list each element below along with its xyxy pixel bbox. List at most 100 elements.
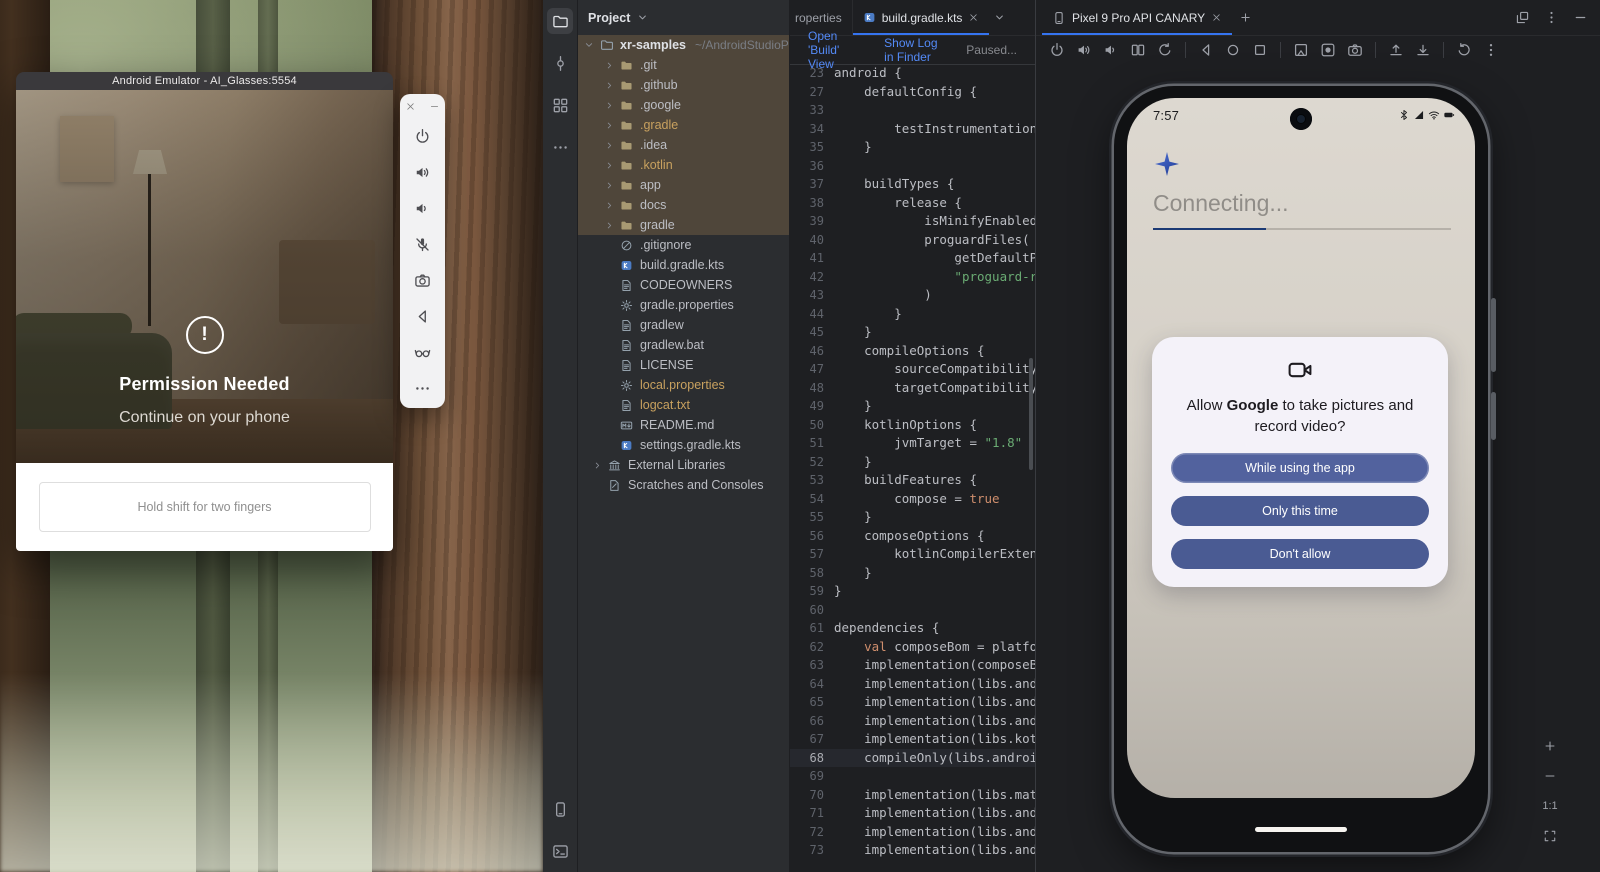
- line-number[interactable]: 64: [790, 675, 834, 694]
- emulator-title-bar[interactable]: Android Emulator - AI_Glasses:5554: [16, 72, 393, 90]
- tree-item[interactable]: README.md: [578, 415, 789, 435]
- code-line[interactable]: 69: [790, 767, 1035, 786]
- line-number[interactable]: 38: [790, 194, 834, 213]
- stripe-more-h-button[interactable]: [547, 134, 573, 160]
- code-line[interactable]: 37 buildTypes {: [790, 175, 1035, 194]
- tree-item[interactable]: CODEOWNERS: [578, 275, 789, 295]
- code-line[interactable]: 57 kotlinCompilerExtens: [790, 545, 1035, 564]
- line-number[interactable]: 56: [790, 527, 834, 546]
- chevron-right-icon[interactable]: [602, 160, 616, 171]
- tree-item[interactable]: .github: [578, 75, 789, 95]
- line-number[interactable]: 45: [790, 323, 834, 342]
- tree-item[interactable]: gradle.properties: [578, 295, 789, 315]
- code-line[interactable]: 51 jvmTarget = "1.8": [790, 434, 1035, 453]
- tree-root-item[interactable]: xr-samples ~/AndroidStudioProj: [578, 35, 789, 55]
- hidden-tabs-chevron-icon[interactable]: [993, 0, 1006, 35]
- device-camera-button[interactable]: [1346, 41, 1364, 59]
- tree-item[interactable]: build.gradle.kts: [578, 255, 789, 275]
- home-indicator[interactable]: [1255, 827, 1347, 832]
- line-number[interactable]: 41: [790, 249, 834, 268]
- device-rotate-button[interactable]: [1156, 41, 1174, 59]
- code-line[interactable]: 61dependencies {: [790, 619, 1035, 638]
- tree-item[interactable]: local.properties: [578, 375, 789, 395]
- line-number[interactable]: 58: [790, 564, 834, 583]
- code-line[interactable]: 66 implementation(libs.andr: [790, 712, 1035, 731]
- zoom-plus-button[interactable]: [1540, 736, 1560, 756]
- line-number[interactable]: 55: [790, 508, 834, 527]
- code-line[interactable]: 34 testInstrumentationR: [790, 120, 1035, 139]
- line-number[interactable]: 59: [790, 582, 834, 601]
- code-line[interactable]: 58 }: [790, 564, 1035, 583]
- line-number[interactable]: 33: [790, 101, 834, 120]
- close-icon[interactable]: [1211, 12, 1222, 23]
- chevron-right-icon[interactable]: [602, 220, 616, 231]
- device-fold-button[interactable]: [1129, 41, 1147, 59]
- code-line[interactable]: 62 val composeBom = platfor: [790, 638, 1035, 657]
- device-back-button[interactable]: [1197, 41, 1215, 59]
- line-number[interactable]: 67: [790, 730, 834, 749]
- emulator-screen[interactable]: ! Permission Needed Continue on your pho…: [16, 90, 393, 463]
- code-line[interactable]: 46 compileOptions {: [790, 342, 1035, 361]
- device-record-button[interactable]: [1319, 41, 1337, 59]
- tab-pixel-9-pro[interactable]: Pixel 9 Pro API CANARY: [1042, 0, 1232, 35]
- show-log-in-finder-link[interactable]: Show Log in Finder: [884, 36, 944, 64]
- code-line[interactable]: 55 }: [790, 508, 1035, 527]
- tree-item[interactable]: gradle: [578, 215, 789, 235]
- device-download-button[interactable]: [1414, 41, 1432, 59]
- line-number[interactable]: 37: [790, 175, 834, 194]
- line-number[interactable]: 66: [790, 712, 834, 731]
- code-line[interactable]: 67 implementation(libs.kotl: [790, 730, 1035, 749]
- line-number[interactable]: 40: [790, 231, 834, 250]
- emulator-volume-down-button[interactable]: [408, 193, 438, 223]
- line-number[interactable]: 47: [790, 360, 834, 379]
- line-number[interactable]: 42: [790, 268, 834, 287]
- line-number[interactable]: 49: [790, 397, 834, 416]
- line-number[interactable]: 23: [790, 64, 834, 83]
- add-device-tab-button[interactable]: [1232, 5, 1258, 31]
- device-home-button[interactable]: [1224, 41, 1242, 59]
- chevron-right-icon[interactable]: [602, 180, 616, 191]
- tree-item[interactable]: gradlew.bat: [578, 335, 789, 355]
- code-line[interactable]: 35 }: [790, 138, 1035, 157]
- line-number[interactable]: 43: [790, 286, 834, 305]
- code-line[interactable]: 72 implementation(libs.andr: [790, 823, 1035, 842]
- line-number[interactable]: 51: [790, 434, 834, 453]
- code-line[interactable]: 44 }: [790, 305, 1035, 324]
- line-number[interactable]: 68: [790, 749, 834, 768]
- tree-item[interactable]: Scratches and Consoles: [578, 475, 789, 495]
- code-line[interactable]: 50 kotlinOptions {: [790, 416, 1035, 435]
- line-number[interactable]: 39: [790, 212, 834, 231]
- line-number[interactable]: 72: [790, 823, 834, 842]
- line-number[interactable]: 36: [790, 157, 834, 176]
- code-line[interactable]: 68 compileOnly(libs.android: [790, 749, 1035, 768]
- code-line[interactable]: 64 implementation(libs.andr: [790, 675, 1035, 694]
- device-reset-button[interactable]: [1455, 41, 1473, 59]
- line-number[interactable]: 63: [790, 656, 834, 675]
- code-line[interactable]: 48 targetCompatibility: [790, 379, 1035, 398]
- close-icon[interactable]: [404, 99, 418, 113]
- code-line[interactable]: 49 }: [790, 397, 1035, 416]
- chevron-right-icon[interactable]: [602, 200, 616, 211]
- line-number[interactable]: 69: [790, 767, 834, 786]
- code-line[interactable]: 53 buildFeatures {: [790, 471, 1035, 490]
- code-line[interactable]: 27 defaultConfig {: [790, 83, 1035, 102]
- code-line[interactable]: 59}: [790, 582, 1035, 601]
- code-line[interactable]: 42 "proguard-ru: [790, 268, 1035, 287]
- code-line[interactable]: 47 sourceCompatibility: [790, 360, 1035, 379]
- fit-screen-button[interactable]: [1540, 826, 1560, 846]
- code-line[interactable]: 54 compose = true: [790, 490, 1035, 509]
- stripe-commit-button[interactable]: [547, 50, 573, 76]
- chevron-down-icon[interactable]: [636, 11, 649, 24]
- tree-item[interactable]: app: [578, 175, 789, 195]
- tree-item[interactable]: gradlew: [578, 315, 789, 335]
- stripe-device-phone-button[interactable]: [547, 796, 573, 822]
- line-number[interactable]: 27: [790, 83, 834, 102]
- device-volume-down-button[interactable]: [1102, 41, 1120, 59]
- chevron-down-icon[interactable]: [582, 39, 596, 51]
- line-number[interactable]: 34: [790, 120, 834, 139]
- line-number[interactable]: 54: [790, 490, 834, 509]
- line-number[interactable]: 61: [790, 619, 834, 638]
- minus-icon[interactable]: [428, 99, 442, 113]
- tree-item[interactable]: docs: [578, 195, 789, 215]
- chevron-right-icon[interactable]: [590, 460, 604, 471]
